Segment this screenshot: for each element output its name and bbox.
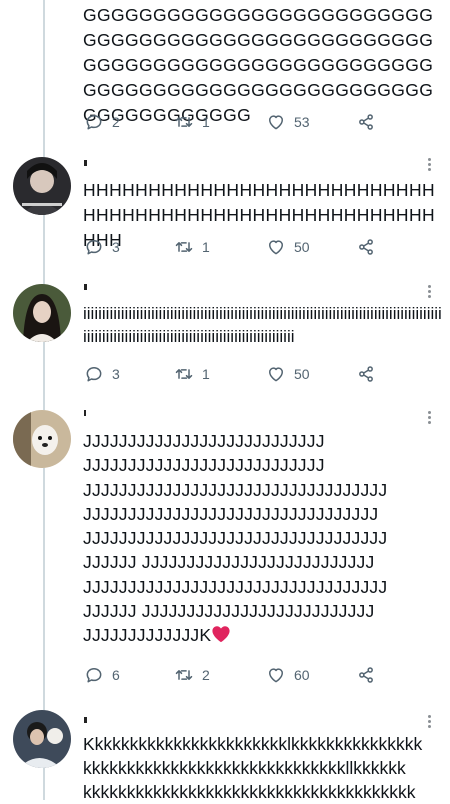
share-button[interactable] <box>356 111 376 133</box>
retweet-icon <box>175 242 193 252</box>
like-button[interactable]: 50 <box>266 236 310 258</box>
share-button[interactable] <box>356 236 376 258</box>
author-name <box>84 410 86 416</box>
share-button[interactable] <box>356 664 376 686</box>
tweet-text-body: JJJJJJJJJJJJJJJJJJJJJJJJJJJ JJJJJJJJJJJJ… <box>83 431 388 646</box>
reply-button[interactable]: 2 <box>84 111 120 133</box>
reply-button[interactable]: 6 <box>84 664 120 686</box>
tweet-text: iiiiiiiiiiiiiiiiiiiiiiiiiiiiiiiiiiiiiiii… <box>83 304 442 346</box>
reply-icon <box>86 367 102 382</box>
share-icon <box>359 239 373 255</box>
red-heart-emoji <box>211 625 231 649</box>
reply-button[interactable]: 3 <box>84 236 120 258</box>
heart-icon <box>269 115 283 130</box>
reply-count: 6 <box>112 667 120 683</box>
tweet-4[interactable]: JJJJJJJJJJJJJJJJJJJJJJJJJJJ JJJJJJJJJJJJ… <box>0 400 450 700</box>
reply-count: 3 <box>112 239 120 255</box>
author-name <box>84 160 87 166</box>
reply-button[interactable]: 3 <box>84 363 120 385</box>
tweet-text: JJJJJJJJJJJJJJJJJJJJJJJJJJJ JJJJJJJJJJJJ… <box>83 429 443 650</box>
avatar[interactable] <box>13 410 71 468</box>
author-name <box>84 717 87 723</box>
tweet-actions: 3 1 50 <box>84 363 384 385</box>
share-button[interactable] <box>356 363 376 385</box>
like-button[interactable]: 60 <box>266 664 310 686</box>
tweet-actions: 2 1 53 <box>84 111 384 133</box>
tweet-text: Kkkkkkkkkkkkkkkkkkkkkkklkkkkkkkkkkkkkkk … <box>83 734 423 802</box>
like-count: 50 <box>294 366 310 382</box>
retweet-count: 2 <box>202 667 210 683</box>
heart-icon <box>269 240 283 255</box>
more-icon[interactable] <box>426 714 432 730</box>
share-icon <box>359 667 373 683</box>
more-icon[interactable] <box>426 157 432 173</box>
reply-count: 2 <box>112 114 120 130</box>
tweet-3[interactable]: iiiiiiiiiiiiiiiiiiiiiiiiiiiiiiiiiiiiiiii… <box>0 272 450 400</box>
more-icon[interactable] <box>426 284 432 300</box>
heart-icon <box>269 367 283 382</box>
tweet-2[interactable]: HHHHHHHHHHHHHHHHHHHHHHHHHHHHHHHHHHHHHHHH… <box>0 145 450 272</box>
retweet-icon <box>175 670 193 680</box>
reply-count: 3 <box>112 366 120 382</box>
retweet-button[interactable]: 2 <box>174 664 210 686</box>
like-count: 50 <box>294 239 310 255</box>
more-icon[interactable] <box>426 410 432 426</box>
retweet-button[interactable]: 1 <box>174 111 210 133</box>
tweet-text: GGGGGGGGGGGGGGGGGGGGGGGGGGGGGGGGGGGGGGGG… <box>83 5 434 125</box>
share-icon <box>359 366 373 382</box>
like-count: 60 <box>294 667 310 683</box>
retweet-count: 1 <box>202 366 210 382</box>
retweet-button[interactable]: 1 <box>174 363 210 385</box>
like-button[interactable]: 50 <box>266 363 310 385</box>
avatar[interactable] <box>13 710 71 768</box>
heart-icon <box>269 668 283 683</box>
retweet-count: 1 <box>202 114 210 130</box>
share-icon <box>359 114 373 130</box>
tweet-5[interactable]: Kkkkkkkkkkkkkkkkkkkkkkklkkkkkkkkkkkkkkk … <box>0 700 450 802</box>
reply-icon <box>86 115 102 130</box>
avatar[interactable] <box>13 157 71 215</box>
avatar[interactable] <box>13 284 71 342</box>
like-button[interactable]: 53 <box>266 111 310 133</box>
retweet-icon <box>175 369 193 379</box>
retweet-count: 1 <box>202 239 210 255</box>
tweet-actions: 6 2 60 <box>84 664 384 686</box>
reply-icon <box>86 240 102 255</box>
author-name <box>84 284 87 290</box>
retweet-button[interactable]: 1 <box>174 236 210 258</box>
retweet-icon <box>175 117 193 127</box>
tweet-1[interactable]: GGGGGGGGGGGGGGGGGGGGGGGGGGGGGGGGGGGGGGGG… <box>0 0 450 145</box>
reply-icon <box>86 668 102 683</box>
like-count: 53 <box>294 114 310 130</box>
tweet-actions: 3 1 50 <box>84 236 384 258</box>
